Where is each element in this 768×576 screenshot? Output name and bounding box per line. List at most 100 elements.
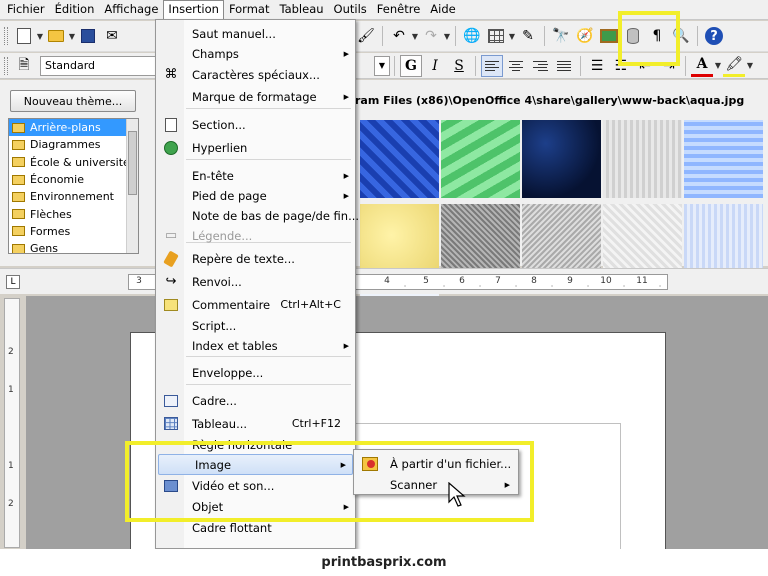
gallery-thumbnail[interactable] — [441, 120, 520, 198]
highlighting-icon[interactable]: 🖍 — [723, 55, 745, 77]
theme-item[interactable]: Arrière-plans — [9, 119, 138, 137]
theme-item[interactable]: École & université — [9, 154, 138, 171]
save-icon[interactable] — [77, 25, 99, 47]
insert-menu-item-en-tete[interactable]: En-tête ▶ — [156, 165, 355, 186]
help-icon[interactable]: ? — [703, 25, 725, 47]
paragraph-style-value: Standard — [45, 59, 96, 72]
menu-outils[interactable]: Outils — [329, 0, 372, 19]
menu-format[interactable]: Format — [224, 0, 275, 19]
insert-menu-item-caracteres-speciaux[interactable]: ⌘ Caractères spéciaux... — [156, 64, 355, 85]
toolbar-grip[interactable] — [4, 56, 8, 75]
menu-item-label: Champs — [192, 46, 239, 61]
insert-menu-item-hyperlien[interactable]: Hyperlien — [156, 137, 355, 158]
hyperlink-icon[interactable]: 🌐 — [461, 25, 483, 47]
tab-stop-selector[interactable]: L — [6, 275, 20, 289]
justify-icon[interactable] — [553, 55, 575, 77]
theme-item[interactable]: Économie — [9, 171, 138, 188]
insert-menu-item-repere-de-texte[interactable]: Repère de texte... — [156, 248, 355, 269]
font-color-button[interactable]: A — [691, 55, 713, 77]
insert-menu-item-commentaire[interactable]: Commentaire Ctrl+Alt+C — [156, 294, 355, 315]
insert-menu-item-pied-de-page[interactable]: Pied de page ▶ — [156, 185, 355, 206]
menu-fichier[interactable]: Fichier — [2, 0, 50, 19]
ruler-tick: · — [442, 282, 446, 291]
insert-menu-item-index-et-tables[interactable]: Index et tables ▶ — [156, 335, 355, 356]
open-dropdown-arrow[interactable]: ▼ — [68, 32, 76, 41]
menu-edition[interactable]: Édition — [50, 0, 100, 19]
insert-menu-item-marque-de-formatage[interactable]: Marque de formatage ▶ — [156, 86, 355, 107]
folder-icon — [12, 191, 25, 202]
theme-list[interactable]: Arrière-plans Diagrammes École & universit… — [8, 118, 139, 254]
numbering-icon[interactable]: ☰ — [586, 55, 608, 77]
table-icon[interactable] — [485, 25, 507, 47]
underline-button[interactable]: S — [448, 55, 470, 77]
theme-items: Arrière-plans Diagrammes École & universit… — [9, 119, 138, 253]
align-left-icon[interactable] — [481, 54, 503, 77]
theme-item-label: Économie — [30, 173, 84, 187]
ruler-tick: · — [403, 282, 407, 291]
open-folder-icon[interactable] — [45, 25, 67, 47]
menu-item-label: Index et tables — [192, 338, 278, 353]
show-draw-functions-icon[interactable]: ✎ — [517, 25, 539, 47]
insert-menu-item-script[interactable]: Script... — [156, 315, 355, 336]
align-right-icon[interactable] — [529, 55, 551, 77]
gallery-thumbnail[interactable] — [360, 120, 439, 198]
new-dropdown-arrow[interactable]: ▼ — [36, 32, 44, 41]
watermark-text: printbasprix.com — [321, 555, 447, 570]
menu-aide[interactable]: Aide — [425, 0, 460, 19]
theme-item[interactable]: Formes — [9, 223, 138, 240]
redo-icon[interactable]: ↷ — [420, 25, 442, 47]
vertical-ruler[interactable]: 2 1 1 2 — [4, 298, 20, 548]
menu-tableau[interactable]: Tableau — [274, 0, 328, 19]
gallery-icon[interactable] — [598, 25, 620, 47]
toolbar-separator — [382, 26, 383, 46]
find-replace-icon[interactable]: 🔭 — [550, 25, 572, 47]
navigator-icon[interactable]: 🧭 — [574, 25, 596, 47]
gallery-thumbnail[interactable] — [684, 120, 763, 198]
insert-menu-item-section[interactable]: Section... — [156, 114, 355, 135]
gallery-thumbnail[interactable] — [603, 120, 682, 198]
scrollbar-thumb[interactable] — [128, 131, 137, 195]
font-color-dropdown-arrow[interactable]: ▼ — [714, 61, 722, 70]
theme-list-scrollbar[interactable] — [126, 119, 138, 253]
gallery-file-path: ram Files (x86)\OpenOffice 4\share\galle… — [355, 94, 745, 107]
vertical-ruler-label: 2 — [8, 499, 14, 509]
menu-fenetre[interactable]: Fenêtre — [372, 0, 425, 19]
theme-item[interactable]: Environnement — [9, 188, 138, 205]
ruler-tick: · — [514, 282, 518, 291]
undo-dropdown-arrow[interactable]: ▼ — [411, 32, 419, 41]
new-document-icon[interactable] — [13, 25, 35, 47]
menu-item-label: Commentaire — [192, 297, 271, 312]
menu-item-label: Cadre... — [192, 393, 237, 408]
insert-menu-item-champs[interactable]: Champs ▶ — [156, 43, 355, 64]
undo-icon[interactable]: ↶ — [388, 25, 410, 47]
bold-button[interactable]: G — [400, 54, 422, 77]
font-size-dropdown-arrow[interactable]: ▼ — [374, 55, 390, 76]
frame-icon — [163, 393, 179, 409]
gallery-panel: Nouveau thème... Arrière-plans Diagrammes… — [0, 80, 768, 366]
new-theme-button[interactable]: Nouveau thème... — [10, 90, 136, 112]
toolbar-grip[interactable] — [4, 27, 8, 45]
ruler-tick: · — [622, 282, 626, 291]
theme-item[interactable]: Flèches — [9, 205, 138, 222]
ruler-tick: · — [586, 282, 590, 291]
menu-affichage[interactable]: Affichage — [99, 0, 163, 19]
submenu-arrow-icon: ▶ — [343, 191, 349, 200]
clone-formatting-icon[interactable]: 🖌 — [355, 25, 377, 47]
insert-menu-item-note-de-bas-de-page-de-fin[interactable]: Note de bas de page/de fin... — [156, 205, 359, 226]
italic-button[interactable]: I — [424, 55, 446, 77]
insert-menu-item-enveloppe[interactable]: Enveloppe... — [156, 362, 355, 383]
table-dropdown-arrow[interactable]: ▼ — [508, 32, 516, 41]
align-center-icon[interactable] — [505, 55, 527, 77]
insert-menu-item-tableau[interactable]: Tableau... Ctrl+F12 — [156, 413, 355, 434]
insert-menu-item-saut-manuel[interactable]: Saut manuel... — [156, 23, 355, 44]
theme-item[interactable]: Diagrammes — [9, 136, 138, 153]
gallery-thumbnail[interactable] — [522, 120, 601, 198]
insert-menu-item-renvoi[interactable]: ↪ Renvoi... — [156, 271, 355, 292]
email-icon[interactable]: ✉ — [101, 25, 123, 47]
insert-menu-item-cadre[interactable]: Cadre... — [156, 390, 355, 411]
styles-formatting-icon[interactable]: 🗎 — [13, 55, 35, 77]
menu-insertion[interactable]: Insertion — [163, 0, 224, 19]
highlighting-dropdown-arrow[interactable]: ▼ — [746, 61, 754, 70]
theme-item[interactable]: Gens — [9, 240, 138, 253]
redo-dropdown-arrow[interactable]: ▼ — [443, 32, 451, 41]
